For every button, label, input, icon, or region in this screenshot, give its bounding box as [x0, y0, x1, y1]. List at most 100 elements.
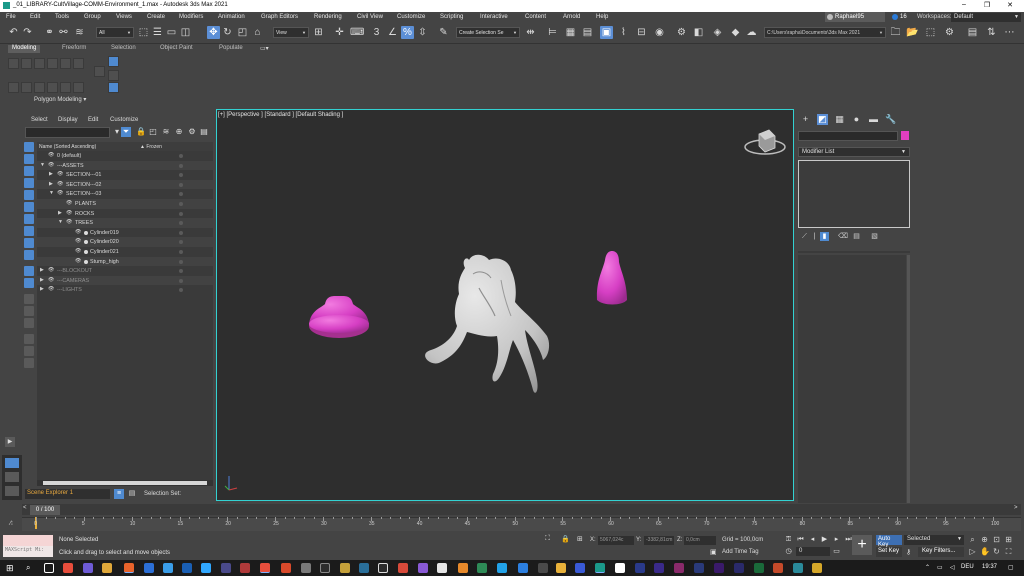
taskbar-app-icon[interactable] — [359, 563, 369, 573]
taskbar-app-icon[interactable] — [538, 563, 548, 573]
visibility-eye-icon[interactable]: 👁 — [48, 286, 54, 292]
frozen-toggle-icon[interactable] — [179, 173, 183, 178]
expand-arrow-icon[interactable]: ▶ — [40, 277, 44, 283]
set-key-mode-icon[interactable]: ⚿ — [784, 535, 793, 544]
collapse-arrow-icon[interactable]: ▼ — [49, 190, 54, 196]
taskbar-vscode-icon[interactable] — [518, 563, 528, 573]
project-settings-icon[interactable]: ⚙ — [943, 26, 956, 39]
menu-arnold[interactable]: Arnold — [563, 14, 580, 20]
taskbar-app-icon[interactable] — [773, 563, 783, 573]
ribbon-button[interactable] — [94, 66, 105, 77]
lock-selection-icon[interactable]: 🔒 — [561, 535, 570, 543]
maxscript-listener[interactable]: MAXScript Mi: — [3, 535, 53, 557]
bind-spacewarp-icon[interactable]: ≋ — [73, 26, 86, 39]
viewport-canvas[interactable] — [217, 110, 794, 501]
ribbon-button[interactable] — [60, 58, 71, 69]
visibility-eye-icon[interactable]: 👁 — [66, 210, 72, 216]
edit-named-sets-icon[interactable]: ✎ — [437, 26, 450, 39]
select-move-icon[interactable]: ✥ — [207, 26, 220, 39]
pivot-center-icon[interactable]: ⊞ — [312, 26, 325, 39]
object-name-input[interactable] — [798, 131, 898, 141]
ribbon-button[interactable] — [60, 82, 71, 93]
y-coordinate-field[interactable]: -3382,81cm — [644, 536, 674, 545]
display-cameras-icon[interactable] — [24, 190, 34, 200]
orbit-icon[interactable]: ↻ — [992, 547, 1001, 556]
collapse-arrow-icon[interactable]: ▼ — [58, 219, 63, 225]
options-icon[interactable]: ▤ — [199, 127, 209, 137]
ribbon-button[interactable] — [73, 58, 84, 69]
pan-icon[interactable]: ✋ — [980, 547, 990, 556]
taskbar-app-icon[interactable] — [260, 563, 270, 573]
fov-icon[interactable]: ▷ — [968, 547, 977, 556]
scene-tree-row[interactable]: ▼ 👁 SECTION---03 — [37, 189, 213, 199]
ribbon-button[interactable] — [34, 82, 45, 93]
keyboard-shortcut-icon[interactable]: ⌨ — [350, 26, 364, 39]
sort-icon[interactable] — [24, 358, 34, 368]
visibility-eye-icon[interactable]: 👁 — [57, 190, 63, 196]
modify-tab-icon[interactable]: ◩ — [817, 114, 828, 125]
track-bar[interactable] — [22, 517, 1021, 531]
taskbar-app-icon[interactable] — [615, 563, 625, 573]
render-setup-icon[interactable]: ⚙ — [675, 26, 688, 39]
notifications-badge[interactable]: 16 — [891, 12, 911, 22]
taskbar-app-icon[interactable] — [182, 563, 192, 573]
taskbar-app-icon[interactable] — [144, 563, 154, 573]
transform-type-in-icon[interactable]: ⊞ — [577, 535, 583, 543]
display-invert-icon[interactable] — [24, 278, 34, 288]
frozen-toggle-icon[interactable] — [179, 221, 183, 226]
ribbon-button[interactable] — [108, 70, 119, 81]
current-frame-field[interactable]: 0 — [796, 547, 830, 556]
workspace-select[interactable]: Default ▼ — [951, 13, 1021, 22]
menu-views[interactable]: Views — [116, 14, 132, 20]
curve-editor-icon[interactable]: ⌇ — [617, 26, 630, 39]
toggle-ribbon-icon[interactable]: ▣ — [600, 26, 613, 39]
network-icon[interactable]: ▭ — [937, 564, 943, 571]
taskbar-app-icon[interactable] — [163, 563, 173, 573]
display-lights-icon[interactable] — [24, 178, 34, 188]
clock[interactable]: 19:37 — [982, 564, 997, 570]
display-tab-icon[interactable]: ▬ — [868, 114, 879, 125]
save-project-icon[interactable]: ⬚ — [924, 26, 937, 39]
visibility-eye-icon[interactable]: 👁 — [66, 219, 72, 225]
taskbar-app-icon[interactable] — [497, 563, 507, 573]
ribbon-tab-selection[interactable]: Selection — [111, 45, 136, 53]
taskbar-app-icon[interactable] — [694, 563, 704, 573]
taskbar-app-icon[interactable] — [635, 563, 645, 573]
object-color-swatch[interactable] — [901, 131, 909, 140]
frozen-toggle-icon[interactable] — [179, 230, 183, 235]
minimize-button[interactable]: – — [952, 1, 976, 11]
display-shapes-icon[interactable] — [24, 166, 34, 176]
frozen-toggle-icon[interactable] — [179, 182, 183, 187]
menu-file[interactable]: File — [6, 14, 16, 20]
modifier-options-icon[interactable]: ▧ — [870, 232, 879, 241]
spinner-snap-icon[interactable]: ⇳ — [416, 26, 429, 39]
ribbon-tab-modeling[interactable]: Modeling — [8, 45, 41, 53]
layers-stack-icon[interactable]: ≋ — [161, 127, 171, 137]
ribbon-button[interactable] — [8, 82, 19, 93]
visibility-eye-icon[interactable]: 👁 — [48, 267, 54, 273]
menu-tools[interactable]: Tools — [55, 14, 69, 20]
select-rotate-icon[interactable]: ↻ — [221, 26, 234, 39]
frozen-toggle-icon[interactable] — [179, 211, 183, 216]
material-editor-icon[interactable]: ◉ — [653, 26, 666, 39]
schematic-view-icon[interactable]: ⊟ — [635, 26, 648, 39]
sort-by-hierarchy-icon[interactable]: ≡ — [114, 489, 124, 499]
project-sync-icon[interactable]: ⇅ — [985, 26, 998, 39]
expand-arrow-icon[interactable]: ▶ — [49, 181, 53, 187]
scene-search-input[interactable] — [25, 127, 110, 138]
link-icon[interactable]: ⚭ — [43, 26, 56, 39]
display-helpers-icon[interactable] — [24, 202, 34, 212]
perspective-viewport[interactable] — [216, 109, 794, 501]
add-time-tag-button[interactable]: Add Time Tag — [722, 549, 759, 555]
set-key-button[interactable]: Set Key — [876, 547, 902, 557]
taskbar-folder-icon[interactable] — [102, 563, 112, 573]
play-icon[interactable]: ▶ — [820, 535, 829, 544]
filter-off-icon[interactable] — [24, 346, 34, 356]
hierarchy-view-icon[interactable]: ⚙ — [187, 127, 197, 137]
taskbar-app-icon[interactable] — [793, 563, 803, 573]
select-by-name-icon[interactable]: ☰ — [151, 26, 164, 39]
remove-modifier-icon[interactable]: ⌫ — [838, 232, 848, 241]
visibility-eye-icon[interactable]: 👁 — [57, 171, 63, 177]
scene-tree-row[interactable]: ▶ 👁 ---LIGHTS — [37, 285, 213, 295]
time-slider-knob[interactable]: 0 / 100 — [30, 505, 60, 515]
